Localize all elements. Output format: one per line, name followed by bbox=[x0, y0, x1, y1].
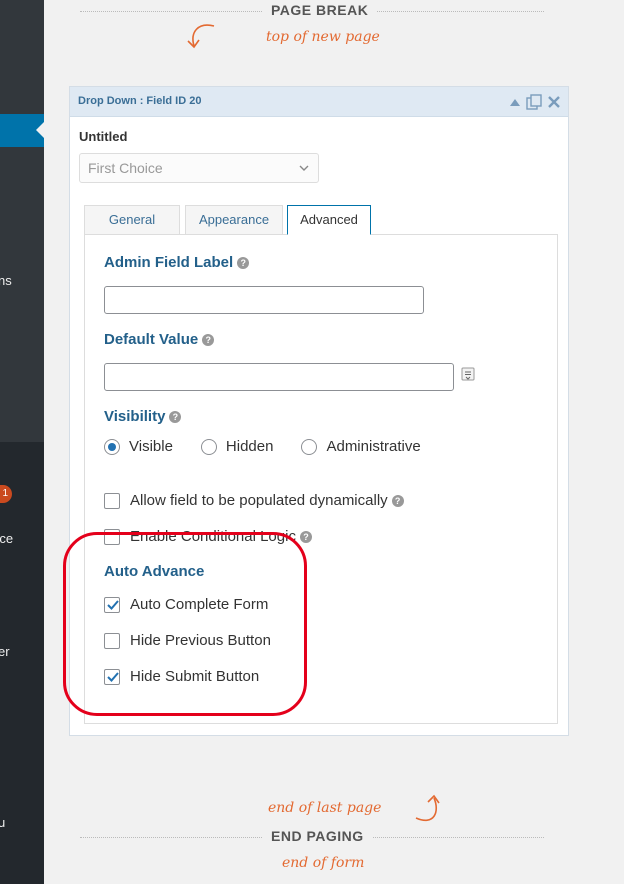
tab-advanced[interactable]: Advanced bbox=[287, 205, 371, 235]
admin-field-label-input[interactable] bbox=[104, 286, 424, 314]
visibility-administrative-label[interactable]: Administrative bbox=[326, 438, 420, 455]
help-icon[interactable]: ? bbox=[237, 257, 250, 270]
curved-arrow-down-icon bbox=[187, 24, 215, 49]
admin-field-label-title: Admin Field Label? bbox=[104, 254, 250, 271]
visibility-options: Visible Hidden Administrative bbox=[104, 438, 449, 455]
duplicate-icon[interactable] bbox=[526, 94, 542, 110]
allow-dynamic-checkbox[interactable] bbox=[104, 492, 120, 509]
end-paging-note-above: end of last page bbox=[268, 800, 382, 816]
end-paging-note-below: end of form bbox=[282, 855, 365, 871]
preview-select-value: First Choice bbox=[88, 160, 163, 176]
chevron-down-icon bbox=[299, 165, 309, 171]
visibility-hidden-label[interactable]: Hidden bbox=[226, 438, 274, 455]
sidebar-item-fragment[interactable]: er bbox=[0, 644, 10, 659]
highlight-annotation-ring bbox=[63, 532, 307, 716]
sidebar-item-fragment[interactable]: u bbox=[0, 815, 5, 830]
merge-tag-icon[interactable] bbox=[461, 367, 475, 381]
sidebar-current-arrow bbox=[36, 122, 44, 138]
visibility-title: Visibility? bbox=[104, 408, 182, 425]
page-break-note: top of new page bbox=[266, 29, 380, 45]
sidebar-upper-section bbox=[0, 0, 44, 442]
sidebar-item-fragment[interactable]: rce bbox=[0, 531, 13, 546]
default-value-input[interactable] bbox=[104, 363, 454, 391]
help-icon[interactable]: ? bbox=[169, 411, 182, 424]
allow-dynamic-row: Allow field to be populated dynamically? bbox=[104, 492, 404, 509]
curved-arrow-up-icon bbox=[415, 794, 440, 822]
field-header[interactable]: Drop Down : Field ID 20 bbox=[70, 87, 568, 117]
visibility-visible-label[interactable]: Visible bbox=[129, 438, 173, 455]
close-icon[interactable] bbox=[548, 96, 560, 108]
sidebar-item-fragment[interactable]: ns bbox=[0, 273, 12, 288]
tab-appearance[interactable]: Appearance bbox=[185, 205, 283, 235]
sidebar-update-badge: 1 bbox=[0, 485, 12, 503]
visibility-visible-radio[interactable] bbox=[104, 438, 120, 455]
visibility-administrative-radio[interactable] bbox=[301, 438, 318, 455]
allow-dynamic-label[interactable]: Allow field to be populated dynamically bbox=[130, 492, 388, 509]
field-preview-select[interactable]: First Choice bbox=[79, 153, 319, 183]
help-icon[interactable]: ? bbox=[391, 494, 404, 507]
help-icon[interactable]: ? bbox=[299, 530, 312, 543]
field-header-title: Drop Down : Field ID 20 bbox=[78, 95, 202, 107]
default-value-title: Default Value? bbox=[104, 331, 215, 348]
page-break-title: PAGE BREAK bbox=[263, 2, 377, 18]
end-paging-title: END PAGING bbox=[263, 828, 372, 844]
tab-general[interactable]: General bbox=[84, 205, 180, 235]
help-icon[interactable]: ? bbox=[202, 334, 215, 347]
visibility-hidden-radio[interactable] bbox=[200, 438, 217, 455]
field-preview-label: Untitled bbox=[79, 129, 128, 144]
collapse-up-icon[interactable] bbox=[510, 98, 520, 106]
